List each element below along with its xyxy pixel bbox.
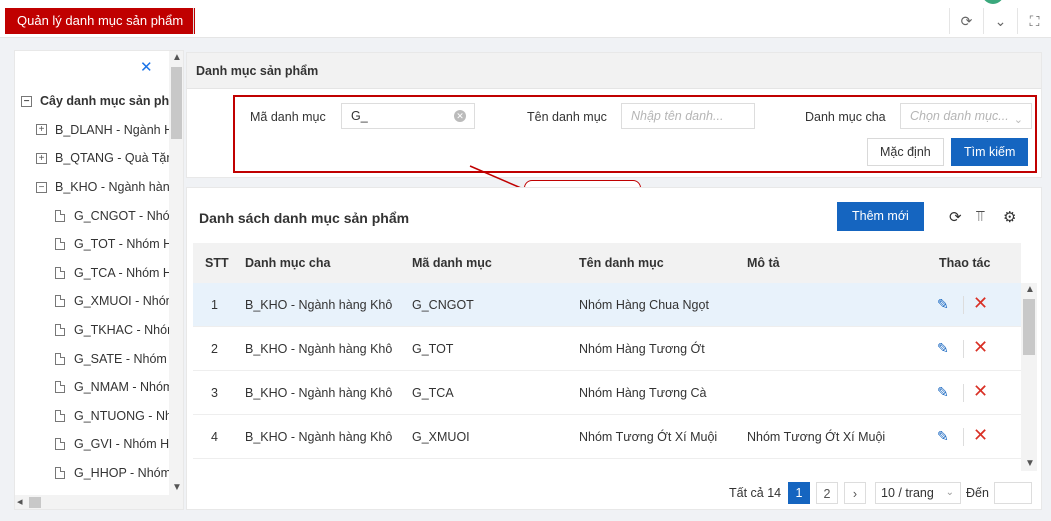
scroll-thumb[interactable] bbox=[1023, 299, 1035, 355]
page-size-select[interactable]: 10 / trang ⌄ bbox=[875, 482, 961, 504]
table-vertical-scrollbar[interactable]: ▲ ▼ bbox=[1021, 283, 1037, 471]
page-size-value: 10 / trang bbox=[881, 486, 934, 500]
next-page-button[interactable]: › bbox=[844, 482, 866, 504]
col-stt: STT bbox=[205, 256, 229, 270]
action-divider bbox=[963, 296, 964, 314]
col-desc: Mô tả bbox=[747, 256, 780, 270]
page-1-button[interactable]: 1 bbox=[788, 482, 810, 504]
cell-stt: 3 bbox=[211, 386, 218, 400]
table-row[interactable]: 2 B_KHO - Ngành hàng Khô G_TOT Nhóm Hàng Tư… bbox=[193, 327, 1021, 371]
cell-stt: 2 bbox=[211, 342, 218, 356]
delete-icon[interactable]: ✕ bbox=[973, 425, 988, 446]
cell-parent: B_KHO - Ngành hàng Khô bbox=[245, 430, 393, 444]
cell-stt: 1 bbox=[211, 298, 218, 312]
settings-icon[interactable]: ⚙ bbox=[1003, 208, 1016, 226]
delete-icon[interactable]: ✕ bbox=[973, 381, 988, 402]
action-divider bbox=[963, 428, 964, 446]
scroll-up-icon[interactable]: ▲ bbox=[1025, 284, 1035, 295]
cell-name: Nhóm Hàng Tương Ớt bbox=[579, 342, 705, 356]
add-button[interactable]: Thêm mới bbox=[837, 202, 924, 231]
edit-icon[interactable]: ✎ bbox=[937, 296, 949, 313]
total-count: Tất cả 14 bbox=[729, 486, 782, 500]
cell-parent: B_KHO - Ngành hàng Khô bbox=[245, 386, 393, 400]
col-code: Mã danh mục bbox=[412, 256, 492, 270]
cell-name: Nhóm Hàng Tương Cà bbox=[579, 386, 707, 400]
table-row[interactable]: 3 B_KHO - Ngành hàng Khô G_TCA Nhóm Hàng Tư… bbox=[193, 371, 1021, 415]
action-divider bbox=[963, 340, 964, 358]
goto-label: Đến bbox=[966, 486, 989, 500]
cell-stt: 4 bbox=[211, 430, 218, 444]
delete-icon[interactable]: ✕ bbox=[973, 337, 988, 358]
cell-parent: B_KHO - Ngành hàng Khô bbox=[245, 298, 393, 312]
cell-name: Nhóm Tương Ớt Xí Muội bbox=[579, 430, 718, 444]
col-actions: Thao tác bbox=[939, 256, 991, 270]
page-2-button[interactable]: 2 bbox=[816, 482, 838, 504]
category-list-panel: Danh sách danh mục sản phẩm Thêm mới ⟳ ⫪… bbox=[186, 187, 1042, 510]
col-name: Tên danh mục bbox=[579, 256, 664, 270]
edit-icon[interactable]: ✎ bbox=[937, 384, 949, 401]
goto-page-input[interactable] bbox=[994, 482, 1032, 504]
cell-code: G_TCA bbox=[412, 386, 454, 400]
action-divider bbox=[963, 384, 964, 402]
delete-icon[interactable]: ✕ bbox=[973, 293, 988, 314]
table-row[interactable]: 4 B_KHO - Ngành hàng Khô G_XMUOI Nhóm Tương… bbox=[193, 415, 1021, 459]
edit-icon[interactable]: ✎ bbox=[937, 340, 949, 357]
list-title: Danh sách danh mục sản phẩm bbox=[199, 210, 410, 226]
edit-icon[interactable]: ✎ bbox=[937, 428, 949, 445]
cell-code: G_XMUOI bbox=[412, 430, 470, 444]
cell-code: G_TOT bbox=[412, 342, 454, 356]
col-parent: Danh mục cha bbox=[245, 256, 331, 270]
cell-parent: B_KHO - Ngành hàng Khô bbox=[245, 342, 393, 356]
chevron-down-icon: ⌄ bbox=[945, 487, 954, 498]
scroll-down-icon[interactable]: ▼ bbox=[1025, 458, 1035, 469]
table-header: STT Danh mục cha Mã danh mục Tên danh mụ… bbox=[193, 243, 1021, 283]
cell-desc: Nhóm Tương Ớt Xí Muội bbox=[747, 430, 886, 444]
table-row[interactable]: 1 B_KHO - Ngành hàng Khô G_CNGOT Nhóm Hàng … bbox=[193, 283, 1021, 327]
cell-name: Nhóm Hàng Chua Ngọt bbox=[579, 298, 709, 312]
reload-icon[interactable]: ⟳ bbox=[949, 208, 962, 226]
column-height-icon[interactable]: ⫪ bbox=[976, 208, 984, 225]
cell-code: G_CNGOT bbox=[412, 298, 474, 312]
